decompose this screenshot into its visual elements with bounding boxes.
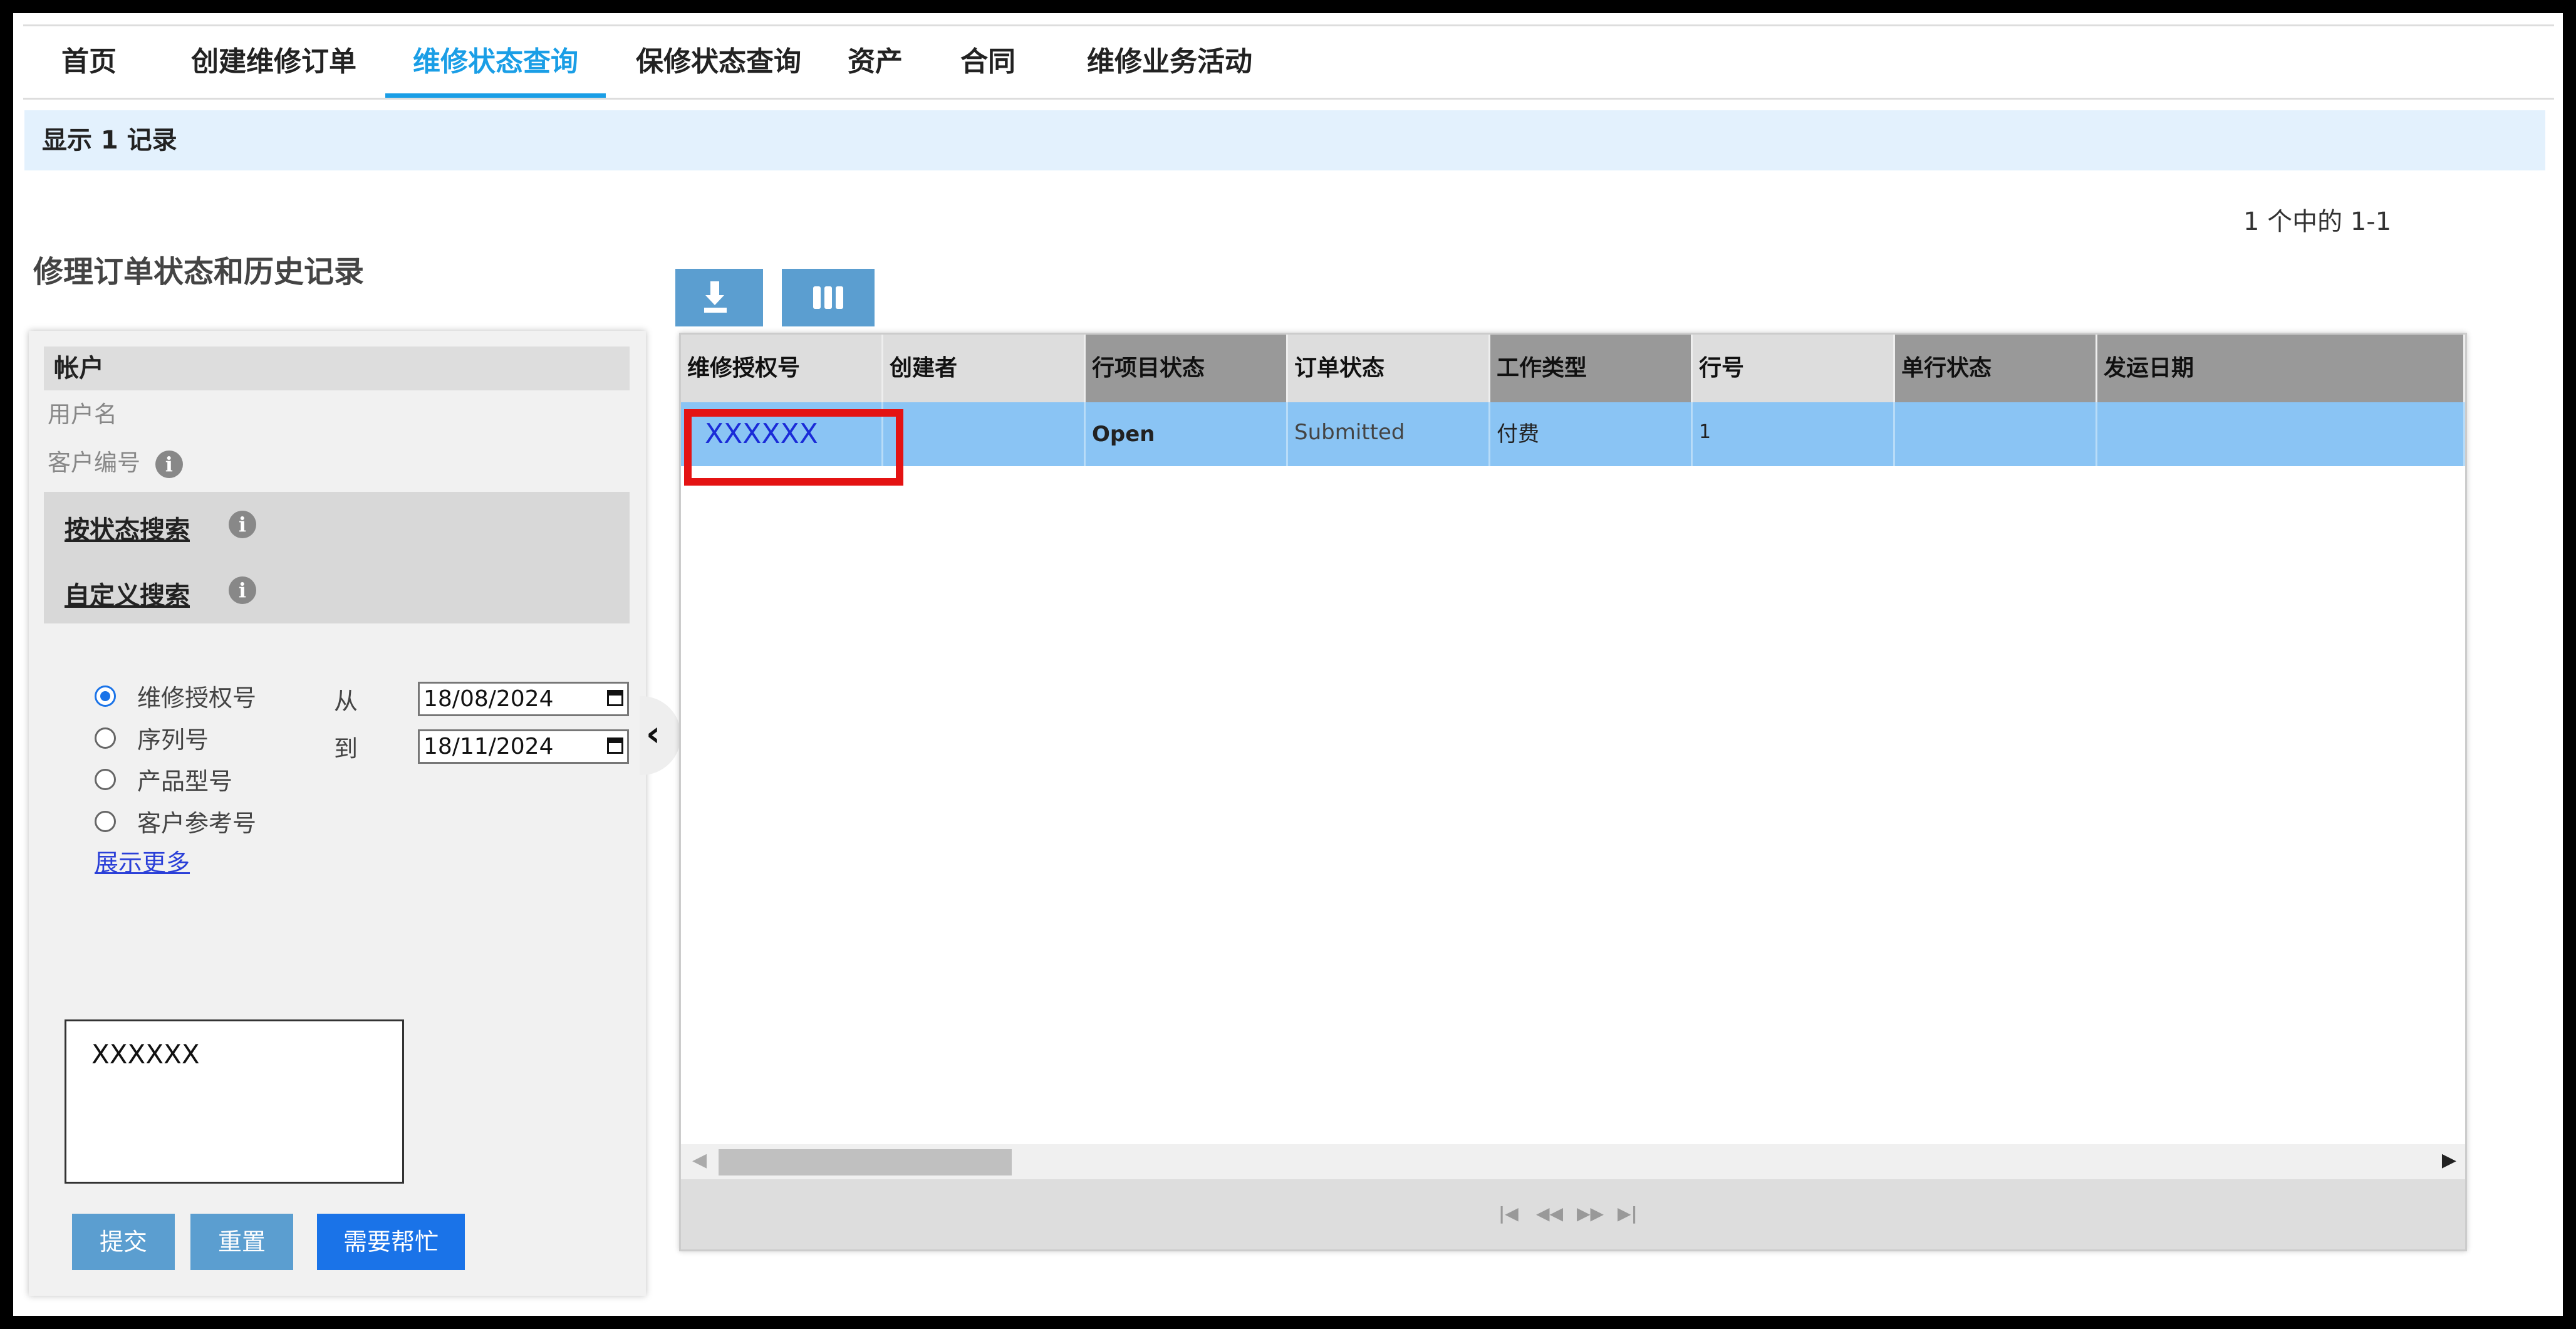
- radio-label: 维修授权号: [137, 684, 257, 712]
- calendar-icon[interactable]: [607, 737, 623, 754]
- from-date-value: 18/08/2024: [423, 686, 554, 712]
- column-header-work-type[interactable]: 工作类型: [1490, 335, 1693, 402]
- cell-line-no: 1: [1693, 402, 1895, 466]
- search-by-status-label: 按状态搜索: [65, 516, 190, 545]
- column-header-single-line-status[interactable]: 单行状态: [1895, 335, 2097, 402]
- custom-search-link[interactable]: 自定义搜索: [65, 575, 190, 612]
- radio-button[interactable]: [95, 685, 116, 707]
- scroll-right-icon[interactable]: ▶: [2442, 1149, 2456, 1171]
- download-button[interactable]: [675, 269, 763, 326]
- column-header-line-status[interactable]: 行项目状态: [1086, 335, 1288, 402]
- radio-label: 序列号: [137, 726, 209, 754]
- tab-home[interactable]: 首页: [61, 26, 117, 98]
- columns-button[interactable]: [782, 269, 875, 326]
- username-label: 用户名: [48, 401, 117, 428]
- column-header-ship-date[interactable]: 发运日期: [2097, 335, 2465, 402]
- radio-rma-number[interactable]: 维修授权号: [95, 679, 257, 712]
- reset-button[interactable]: 重置: [190, 1214, 293, 1270]
- from-label: 从: [334, 687, 358, 715]
- custom-search-label: 自定义搜索: [65, 581, 190, 610]
- download-icon: [704, 281, 727, 313]
- customer-number-row: 客户编号 i: [48, 444, 183, 478]
- column-header-line-no[interactable]: 行号: [1693, 335, 1895, 402]
- search-type-box: 按状态搜索 i 自定义搜索 i: [44, 492, 630, 623]
- info-icon[interactable]: i: [155, 450, 183, 478]
- to-date-value: 18/11/2024: [423, 734, 554, 759]
- prev-page-icon[interactable]: ◀◀: [1536, 1203, 1563, 1224]
- to-label: 到: [334, 735, 358, 763]
- search-panel: 帐户 用户名 客户编号 i 按状态搜索 i 自定义搜索 i 维修授权号 序列号 …: [29, 331, 646, 1296]
- show-more-link[interactable]: 展示更多: [95, 843, 190, 878]
- cell-single-line-status: [1895, 402, 2097, 466]
- app-window: 首页 创建维修订单 维修状态查询 保修状态查询 资产 合同 维修业务活动 显示 …: [13, 13, 2563, 1316]
- info-icon[interactable]: i: [229, 576, 256, 604]
- scroll-thumb[interactable]: [719, 1149, 1012, 1175]
- radio-button[interactable]: [95, 768, 116, 790]
- cell-creator: [883, 402, 1086, 466]
- next-page-icon[interactable]: ▶▶: [1577, 1203, 1604, 1224]
- account-header: 帐户: [44, 347, 630, 390]
- search-textarea[interactable]: XXXXXX: [65, 1019, 404, 1184]
- radio-customer-ref[interactable]: 客户参考号: [95, 804, 257, 837]
- records-bar: 显示 1 记录: [24, 110, 2545, 170]
- results-grid: 维修授权号 创建者 行项目状态 订单状态 工作类型 行号 单行状态 发运日期 X…: [679, 333, 2467, 1251]
- collapse-panel-tab[interactable]: ‹: [640, 696, 681, 775]
- column-header-rma[interactable]: 维修授权号: [681, 335, 883, 402]
- search-by-status-link[interactable]: 按状态搜索: [65, 509, 190, 546]
- to-date-input[interactable]: 18/11/2024: [418, 729, 629, 764]
- customer-number-label: 客户编号: [48, 449, 140, 476]
- cell-line-status: Open: [1086, 402, 1288, 466]
- account-heading: 帐户: [54, 354, 104, 383]
- cell-work-type: 付费: [1490, 402, 1693, 466]
- last-page-icon[interactable]: ▶|: [1618, 1203, 1638, 1224]
- highlight-box: [684, 409, 903, 486]
- columns-icon: [813, 286, 843, 309]
- from-date-input[interactable]: 18/08/2024: [418, 682, 629, 716]
- tab-repair-activities[interactable]: 维修业务活动: [1076, 26, 1264, 98]
- first-page-icon[interactable]: |◀: [1498, 1203, 1519, 1224]
- help-button[interactable]: 需要帮忙: [317, 1214, 465, 1270]
- radio-label: 产品型号: [137, 768, 233, 795]
- radio-button[interactable]: [95, 810, 116, 832]
- pagination-text: 1 个中的 1-1: [2243, 207, 2392, 236]
- radio-product-model[interactable]: 产品型号: [95, 762, 233, 795]
- calendar-icon[interactable]: [607, 690, 623, 706]
- column-header-creator[interactable]: 创建者: [883, 335, 1086, 402]
- tab-create-repair-order[interactable]: 创建维修订单: [183, 26, 365, 98]
- page-title: 修理订单状态和历史记录: [33, 254, 365, 289]
- radio-label: 客户参考号: [137, 810, 257, 837]
- tab-repair-status[interactable]: 维修状态查询: [385, 26, 606, 98]
- top-nav: 首页 创建维修订单 维修状态查询 保修状态查询 资产 合同 维修业务活动: [23, 24, 2554, 100]
- tab-assets[interactable]: 资产: [844, 26, 906, 98]
- chevron-left-icon: ‹: [646, 714, 661, 754]
- radio-button[interactable]: [95, 727, 116, 749]
- records-count: 显示 1 记录: [42, 126, 177, 155]
- info-icon[interactable]: i: [229, 511, 256, 538]
- pager-bar: |◀ ◀◀ ▶▶ ▶|: [681, 1179, 2465, 1249]
- radio-serial-number[interactable]: 序列号: [95, 721, 209, 754]
- submit-button[interactable]: 提交: [72, 1214, 175, 1270]
- tab-warranty-status[interactable]: 保修状态查询: [628, 26, 809, 98]
- tab-contracts[interactable]: 合同: [957, 26, 1019, 98]
- cell-order-status: Submitted: [1288, 402, 1490, 466]
- cell-ship-date: [2097, 402, 2465, 466]
- scroll-left-icon[interactable]: ◀: [692, 1149, 707, 1171]
- column-header-order-status[interactable]: 订单状态: [1288, 335, 1490, 402]
